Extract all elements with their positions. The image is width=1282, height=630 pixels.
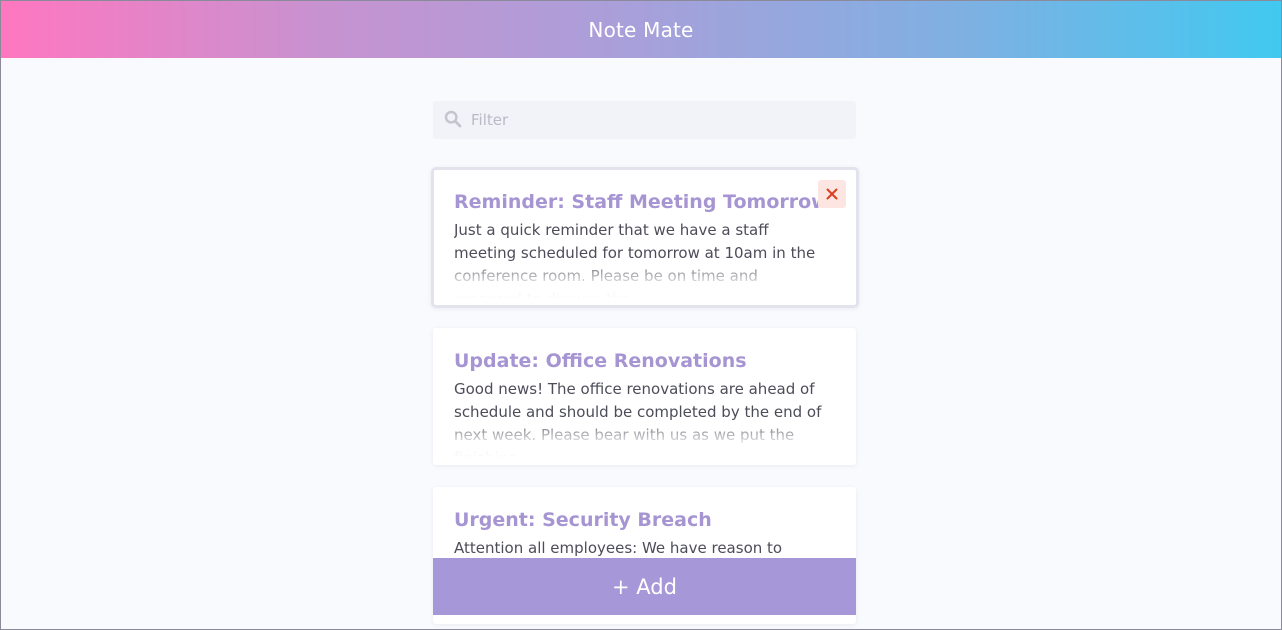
note-title: Urgent: Security Breach xyxy=(454,509,712,531)
app-header: Note Mate xyxy=(1,1,1281,58)
add-note-button[interactable]: + Add xyxy=(433,558,856,615)
filter-box xyxy=(433,101,856,139)
delete-note-button[interactable] xyxy=(818,180,846,208)
note-card[interactable]: Reminder: Staff Meeting Tomorrow Just a … xyxy=(431,167,859,308)
filter-input[interactable] xyxy=(471,101,846,139)
note-card[interactable]: Update: Office Renovations Good news! Th… xyxy=(433,328,856,465)
close-icon xyxy=(826,188,838,200)
app-title: Note Mate xyxy=(588,17,694,42)
note-title: Update: Office Renovations xyxy=(454,350,747,372)
note-body: Good news! The office renovations are ah… xyxy=(454,380,822,465)
note-title: Reminder: Staff Meeting Tomorrow xyxy=(454,191,829,213)
search-icon xyxy=(444,110,462,128)
app-window: Note Mate Reminder: Staff Meeting Tomorr… xyxy=(0,0,1282,630)
note-body: Just a quick reminder that we have a sta… xyxy=(454,221,816,308)
